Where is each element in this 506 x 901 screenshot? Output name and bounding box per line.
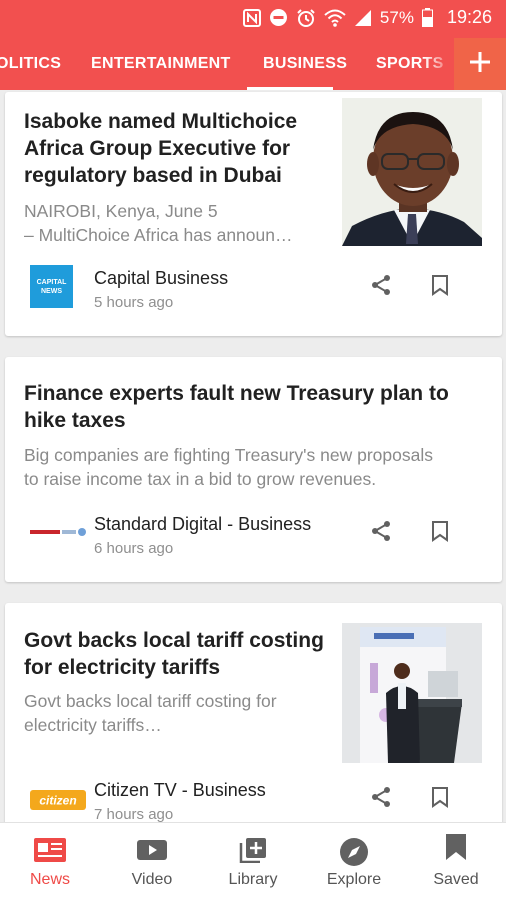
active-tab-indicator xyxy=(247,87,333,90)
nav-label: Library xyxy=(228,871,278,888)
status-icons: 57% 19:26 xyxy=(242,7,492,28)
article-headline[interactable]: Govt backs local tariff costing for elec… xyxy=(24,627,324,681)
article-card[interactable]: Finance experts fault new Treasury plan … xyxy=(5,357,502,582)
article-card[interactable]: Govt backs local tariff costing for elec… xyxy=(5,603,502,833)
nav-label: Video xyxy=(131,871,173,888)
wifi-icon xyxy=(324,9,346,27)
source-name: Capital Business xyxy=(94,268,229,288)
compass-icon xyxy=(304,837,404,867)
tab-entertainment[interactable]: ENTERTAINMENT xyxy=(91,38,231,90)
article-summary: Govt backs local tariff costing for elec… xyxy=(24,691,277,735)
nav-saved[interactable]: Saved xyxy=(406,823,506,901)
bookmark-outline-icon xyxy=(430,786,450,813)
publish-time: 5 hours ago xyxy=(94,294,174,311)
news-icon xyxy=(0,837,100,867)
article-summary: NAIROBI, Kenya, June 5 – MultiChoice Afr… xyxy=(24,201,293,245)
bookmark-button[interactable] xyxy=(425,518,455,548)
library-icon xyxy=(203,837,303,867)
nav-news[interactable]: News xyxy=(0,823,100,901)
article-headline[interactable]: Isaboke named Multichoice Africa Group E… xyxy=(24,108,297,189)
article-card[interactable]: Isaboke named Multichoice Africa Group E… xyxy=(5,92,502,336)
article-thumbnail[interactable] xyxy=(342,98,482,246)
source-logo xyxy=(30,525,88,539)
publish-time: 7 hours ago xyxy=(94,806,174,823)
bottom-navigation: News Video Library Explore Saved xyxy=(0,822,506,901)
tab-fade xyxy=(424,38,454,90)
nav-label: Saved xyxy=(433,871,479,888)
nav-explore[interactable]: Explore xyxy=(304,823,404,901)
source-logo: CAPITAL NEWS xyxy=(30,265,73,308)
battery-percent: 57% xyxy=(379,7,414,27)
share-icon xyxy=(369,273,393,302)
bookmark-button[interactable] xyxy=(425,272,455,302)
nav-video[interactable]: Video xyxy=(102,823,202,901)
nfc-icon xyxy=(242,8,261,27)
svg-text:NEWS: NEWS xyxy=(41,288,62,295)
bookmark-icon xyxy=(406,833,506,863)
share-icon xyxy=(369,519,393,548)
alarm-icon xyxy=(296,8,316,28)
battery-icon xyxy=(421,8,433,27)
share-button[interactable] xyxy=(366,518,396,548)
article-summary: Big companies are fighting Treasury's ne… xyxy=(24,445,433,489)
share-button[interactable] xyxy=(366,784,396,814)
bookmark-outline-icon xyxy=(430,520,450,547)
clock: 19:26 xyxy=(446,7,492,27)
source-name: Standard Digital - Business xyxy=(94,514,312,534)
nav-library[interactable]: Library xyxy=(203,823,303,901)
plus-icon xyxy=(469,51,491,78)
tab-politics[interactable]: OLITICS xyxy=(0,38,61,90)
tab-business[interactable]: BUSINESS xyxy=(263,38,347,90)
source-logo: citizen xyxy=(30,790,86,810)
video-icon xyxy=(102,837,202,867)
source-name: Citizen TV - Business xyxy=(94,780,266,800)
svg-text:CAPITAL: CAPITAL xyxy=(37,279,68,286)
svg-text:citizen: citizen xyxy=(39,794,76,808)
share-icon xyxy=(369,785,393,814)
article-headline[interactable]: Finance experts fault new Treasury plan … xyxy=(24,380,449,434)
bookmark-outline-icon xyxy=(430,274,450,301)
share-button[interactable] xyxy=(366,272,396,302)
article-thumbnail[interactable] xyxy=(342,623,482,763)
nav-label: Explore xyxy=(326,871,382,888)
status-bar: 57% 19:26 xyxy=(0,0,506,38)
nav-label: News xyxy=(29,871,70,888)
signal-icon xyxy=(354,9,372,27)
add-category-button[interactable] xyxy=(454,38,506,90)
do-not-disturb-icon xyxy=(269,8,288,27)
publish-time: 6 hours ago xyxy=(94,540,174,557)
bookmark-button[interactable] xyxy=(425,784,455,814)
